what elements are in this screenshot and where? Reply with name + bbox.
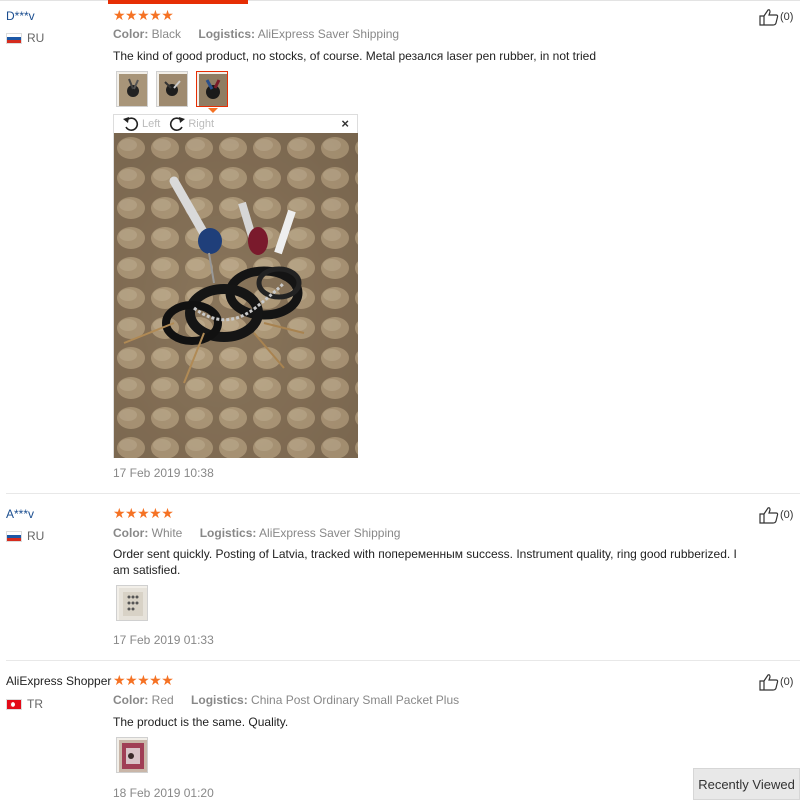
- rotate-right-icon: [170, 117, 186, 131]
- star-rating: ★★★★★: [113, 505, 174, 521]
- like-button[interactable]: (0): [759, 8, 793, 26]
- review-item: A***v RU ★★★★★ Color: White Logistics: A…: [0, 494, 800, 661]
- logistics-label: Logistics:: [198, 27, 256, 41]
- country-code: TR: [27, 697, 43, 711]
- review-date: 17 Feb 2019 10:38: [113, 466, 214, 480]
- like-count: (0): [780, 676, 794, 688]
- thumbs-up-icon: [759, 9, 779, 26]
- color-label: Color:: [113, 693, 149, 707]
- reviewer-country: RU: [6, 529, 44, 543]
- viewer-toolbar: Left Right ×: [114, 115, 357, 133]
- rotate-right-button[interactable]: Right: [168, 116, 214, 132]
- rotate-left-icon: [123, 117, 139, 131]
- like-count: (0): [780, 509, 794, 521]
- review-photo-thumb[interactable]: [116, 585, 148, 621]
- logistics-value: AliExpress Saver Shipping: [259, 526, 401, 540]
- logistics-label: Logistics:: [199, 526, 257, 540]
- country-code: RU: [27, 31, 45, 45]
- flag-tr-icon: [6, 698, 22, 710]
- close-icon[interactable]: ×: [341, 115, 349, 133]
- logistics-label: Logistics:: [191, 693, 248, 707]
- color-label: Color:: [113, 526, 149, 540]
- color-value: Black: [151, 27, 182, 41]
- color-label: Color:: [113, 27, 149, 41]
- review-photo-thumb[interactable]: [116, 71, 148, 107]
- flag-ru-icon: [6, 32, 22, 44]
- country-code: RU: [27, 529, 45, 543]
- review-photo-thumb-selected[interactable]: [196, 71, 228, 107]
- thumbs-up-icon: [759, 507, 779, 524]
- logistics-value: AliExpress Saver Shipping: [257, 27, 400, 41]
- rotate-right-label: Right: [188, 118, 215, 130]
- like-button[interactable]: (0): [759, 673, 793, 691]
- flag-ru-icon: [6, 530, 22, 542]
- reviewer-name[interactable]: D***v: [6, 9, 35, 23]
- like-count: (0): [780, 11, 794, 23]
- reviewer-country: TR: [6, 697, 43, 711]
- rotate-left-label: Left: [142, 118, 161, 130]
- color-value: Red: [151, 693, 174, 707]
- rotate-left-button[interactable]: Left: [122, 116, 160, 132]
- review-meta: Color: White Logistics: AliExpress Saver…: [113, 526, 414, 540]
- review-photo-thumb[interactable]: [156, 71, 188, 107]
- reviewer-country: RU: [6, 31, 44, 45]
- review-text: The kind of good product, no stocks, of …: [113, 49, 597, 63]
- color-value: White: [151, 526, 183, 540]
- review-text: Order sent quickly. Posting of Latvia, t…: [113, 547, 737, 577]
- review-date: 17 Feb 2019 01:33: [113, 633, 214, 647]
- review-meta: Color: Black Logistics: AliExpress Saver…: [113, 27, 413, 41]
- like-button[interactable]: (0): [759, 506, 793, 524]
- photo-viewer: Left Right ×: [113, 114, 358, 458]
- review-item: AliExpress Shopper TR ★★★★★ Color: Red L…: [0, 661, 800, 800]
- selected-thumb-caret: [208, 108, 218, 113]
- star-rating: ★★★★★: [113, 7, 174, 23]
- reviewer-name[interactable]: A***v: [6, 507, 34, 521]
- review-meta: Color: Red Logistics: China Post Ordinar…: [113, 693, 473, 707]
- star-rating: ★★★★★: [113, 672, 174, 688]
- review-photo-thumb[interactable]: [116, 737, 148, 773]
- thumbs-up-icon: [759, 674, 779, 691]
- reviewer-name[interactable]: AliExpress Shopper: [6, 674, 111, 688]
- review-text: The product is the same. Quality.: [113, 715, 289, 729]
- review-photo-large: [114, 133, 358, 458]
- review-item: D***v RU ★★★★★ Color: Black Logistics: A…: [0, 0, 800, 494]
- recently-viewed-button[interactable]: Recently Viewed: [693, 768, 800, 800]
- logistics-value: China Post Ordinary Small Packet Plus: [251, 693, 460, 707]
- review-date: 18 Feb 2019 01:20: [113, 786, 214, 800]
